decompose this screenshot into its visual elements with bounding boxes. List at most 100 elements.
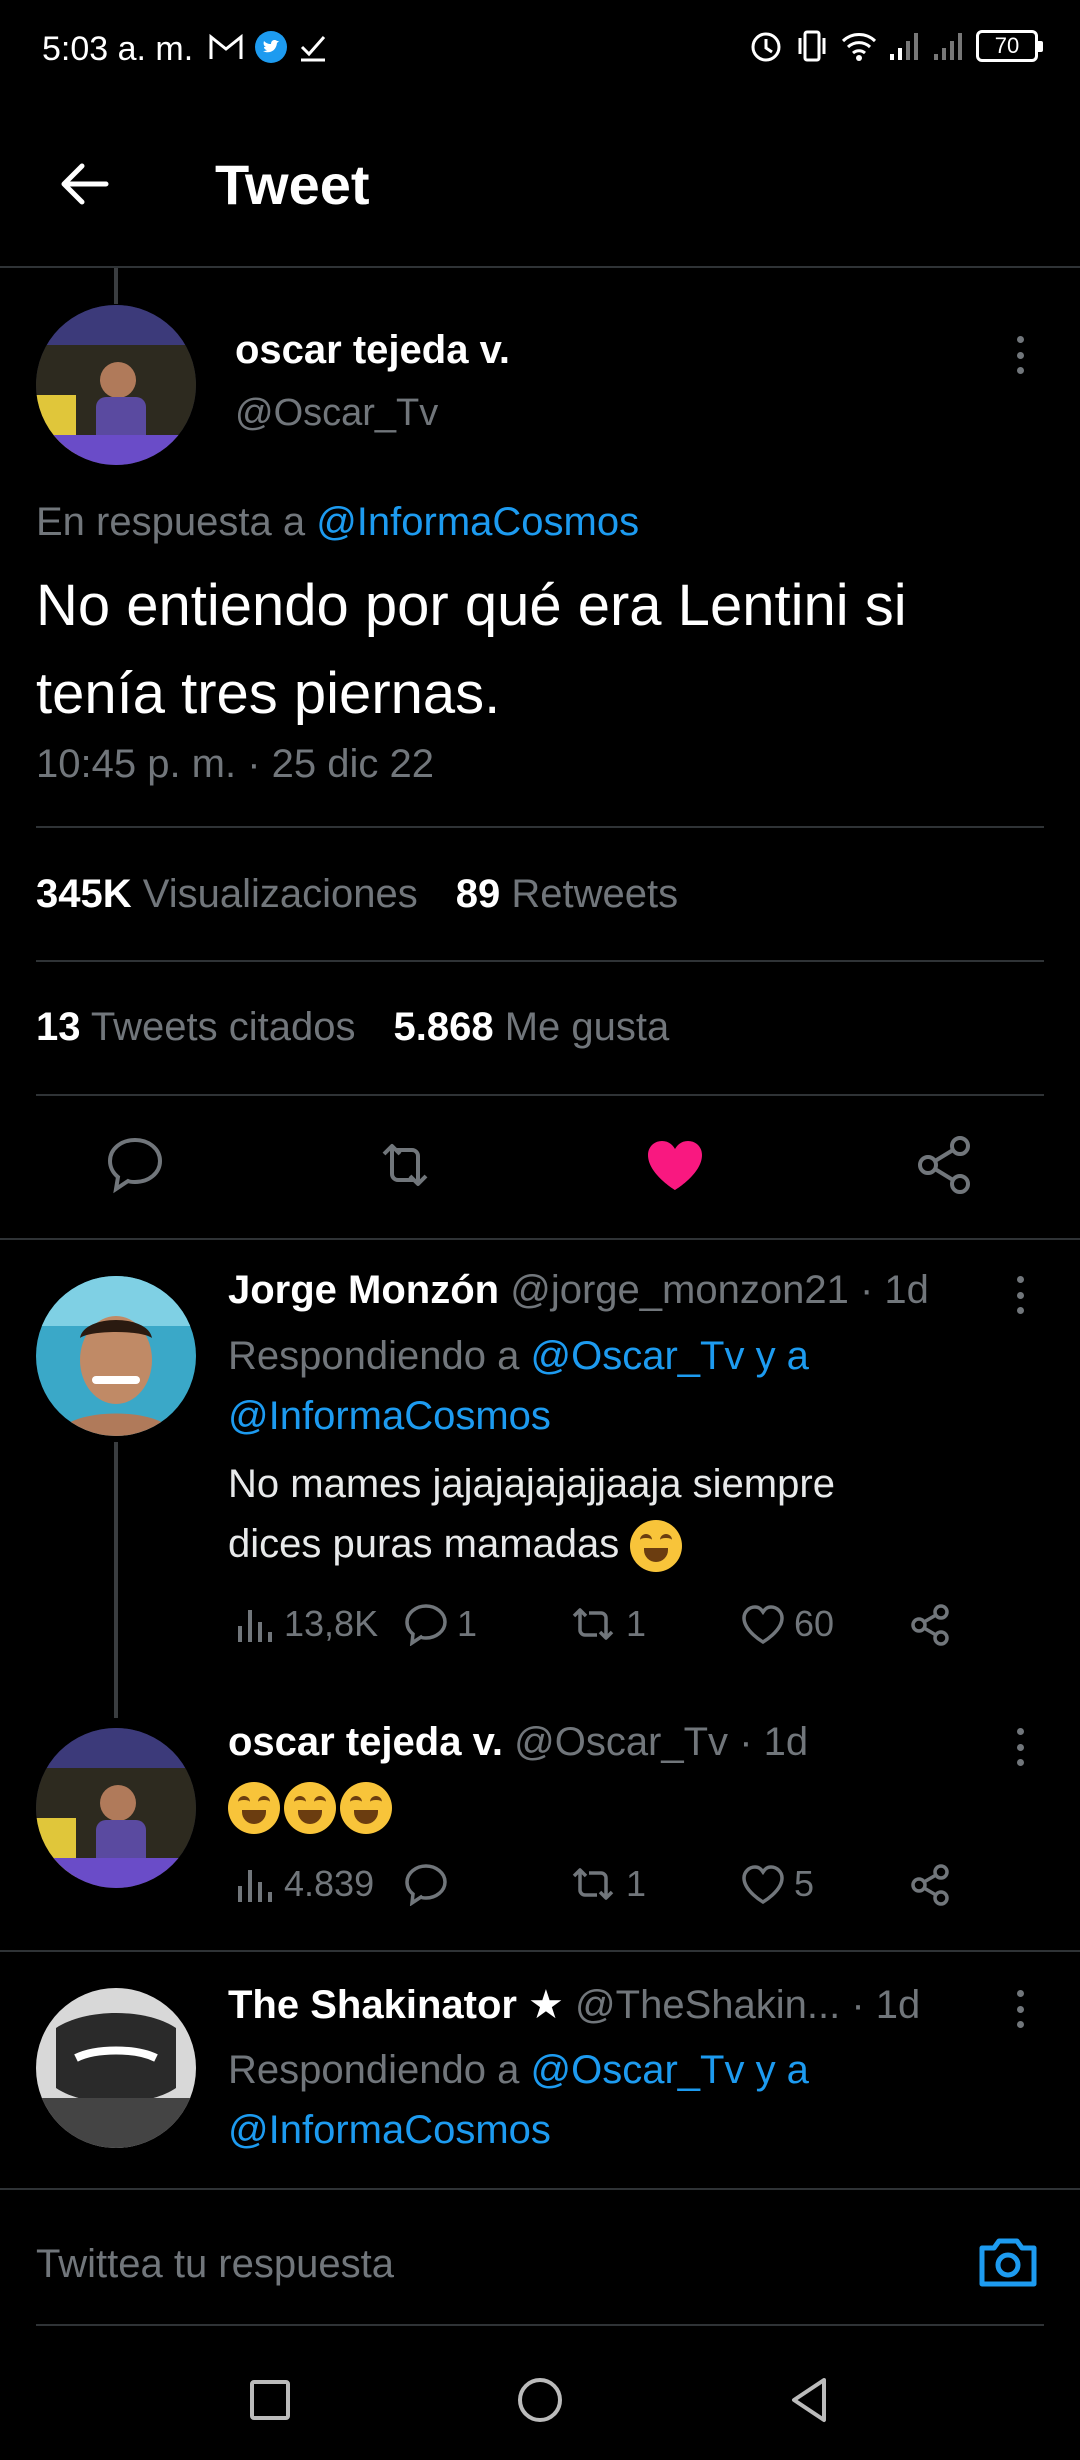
replying-to-link[interactable]: @InformaCosmos (228, 2108, 551, 2152)
divider (36, 960, 1044, 962)
views-stat[interactable]: 345K Visualizaciones (36, 872, 418, 917)
status-system-icons: 70 (748, 28, 1043, 64)
reply-input[interactable]: Twittea tu respuesta (36, 2242, 394, 2287)
retweet-icon[interactable] (370, 1130, 440, 1200)
compose-underline (36, 2324, 1044, 2326)
stats-row: 345K Visualizaciones 89 Retweets (36, 872, 678, 917)
thread-connector-top (114, 268, 118, 304)
top-app-bar: Tweet (0, 130, 1080, 240)
reply-header: Jorge Monzón @jorge_monzon21 · 1d (228, 1268, 929, 1313)
reply-text-line: dices puras mamadas (228, 1522, 620, 1566)
system-nav-bar (0, 2340, 1080, 2460)
retweet-count: 1 (626, 1603, 647, 1644)
views-count: 345K (36, 872, 132, 916)
tears-of-joy-emoji (228, 1782, 280, 1835)
like-icon (742, 1865, 784, 1905)
arrow-left-icon[interactable] (52, 152, 116, 216)
like-action[interactable]: 5 (740, 1862, 814, 1906)
likes-stat[interactable]: 5.868 Me gusta (393, 1005, 669, 1050)
reply-header: The Shakinator ★ @TheShakin... · 1d (228, 1982, 920, 2028)
like-action[interactable]: 60 (740, 1602, 834, 1646)
reply-age: · 1d (851, 1983, 921, 2027)
reply-icon (405, 1604, 447, 1646)
wifi-icon (841, 33, 877, 61)
more-options-icon[interactable] (1000, 1722, 1040, 1772)
like-icon[interactable] (640, 1130, 710, 1200)
retweet-icon (572, 1608, 614, 1640)
retweet-icon (572, 1868, 614, 1900)
tweet-text: No entiendo por qué era Lentini si tenía… (36, 573, 907, 726)
retweet-action[interactable]: 1 (568, 1602, 646, 1646)
replying-to: Respondiendo a @Oscar_Tv y a @InformaCos… (228, 2040, 809, 2160)
replying-prefix: Respondiendo a (228, 1334, 520, 1378)
reply-action[interactable] (403, 1862, 457, 1906)
author-name[interactable]: The Shakinator ★ (228, 1983, 564, 2027)
avatar[interactable] (36, 1988, 196, 2148)
retweets-stat[interactable]: 89 Retweets (456, 872, 678, 917)
avatar[interactable] (36, 1728, 196, 1888)
divider (0, 1950, 1080, 1952)
twitter-icon (255, 31, 287, 63)
thread-connector (114, 1442, 118, 1718)
more-options-icon[interactable] (1000, 1984, 1040, 2034)
views-action[interactable]: 4.839 (236, 1862, 374, 1906)
avatar[interactable] (36, 1276, 196, 1436)
tweet-actions (0, 1130, 1080, 1210)
views-count: 4.839 (284, 1863, 375, 1904)
triangle-back-icon[interactable] (780, 2370, 840, 2430)
quotes-label: Tweets citados (90, 1005, 356, 1049)
replying-to-link[interactable]: @Oscar_Tv y a (530, 1334, 808, 1378)
author-handle[interactable]: @Oscar_Tv (235, 392, 438, 435)
page-title: Tweet (215, 153, 370, 216)
views-action[interactable]: 13,8K (236, 1602, 378, 1646)
reply-text: No mames jajajajajajjaaja siempre dices … (228, 1454, 835, 1574)
reply-actions: 13,8K 1 1 60 (228, 1602, 988, 1662)
header-divider (0, 266, 1080, 268)
signal-icon (934, 33, 962, 60)
quotes-stat[interactable]: 13 Tweets citados (36, 1005, 355, 1050)
author-name[interactable]: Jorge Monzón (228, 1268, 499, 1312)
author-handle[interactable]: @TheShakin... (575, 1983, 840, 2027)
vibrate-icon (798, 30, 826, 62)
more-options-icon[interactable] (1000, 330, 1040, 380)
more-options-icon[interactable] (1000, 1270, 1040, 1320)
author-handle[interactable]: @jorge_monzon21 (510, 1268, 849, 1312)
views-count: 13,8K (284, 1603, 379, 1644)
reply-text (228, 1776, 396, 1836)
reply-to-link[interactable]: @InformaCosmos (316, 500, 639, 544)
share-action[interactable] (908, 1862, 954, 1908)
camera-icon[interactable] (976, 2230, 1040, 2294)
reply-composer: Twittea tu respuesta (0, 2188, 1080, 2328)
alarm-icon (751, 32, 781, 62)
gmail-icon (209, 33, 243, 59)
status-bar: 5:03 a. m. 70 (0, 0, 1080, 100)
retweets-count: 89 (455, 872, 501, 916)
reply-header: oscar tejeda v. @Oscar_Tv · 1d (228, 1720, 808, 1765)
author-name[interactable]: oscar tejeda v. (235, 328, 510, 373)
share-icon[interactable] (910, 1130, 980, 1200)
retweets-label: Retweets (511, 872, 679, 916)
download-done-icon (300, 36, 326, 62)
like-count: 60 (794, 1603, 835, 1644)
author-name[interactable]: oscar tejeda v. (228, 1720, 503, 1764)
like-icon (742, 1605, 784, 1645)
circle-home-icon[interactable] (510, 2370, 570, 2430)
replying-to-link[interactable]: @InformaCosmos (228, 1394, 551, 1438)
author-handle[interactable]: @Oscar_Tv (514, 1720, 728, 1764)
share-action[interactable] (908, 1602, 954, 1648)
replying-to-link[interactable]: @Oscar_Tv y a (530, 2048, 808, 2092)
likes-count: 5.868 (393, 1005, 494, 1049)
reply-action[interactable]: 1 (403, 1602, 477, 1646)
status-time: 5:03 a. m. (42, 30, 194, 68)
battery-level: 70 (994, 33, 1020, 58)
share-icon (911, 1864, 949, 1906)
avatar[interactable] (36, 305, 196, 465)
reply-icon[interactable] (100, 1130, 170, 1200)
square-recents-icon[interactable] (240, 2370, 300, 2430)
reply-icon (405, 1864, 447, 1906)
tears-of-joy-emoji (630, 1520, 683, 1573)
reply-actions: 4.839 1 5 (228, 1862, 988, 1922)
reply-age: · 1d (859, 1268, 929, 1312)
retweet-action[interactable]: 1 (568, 1862, 646, 1906)
divider (0, 1238, 1080, 1240)
